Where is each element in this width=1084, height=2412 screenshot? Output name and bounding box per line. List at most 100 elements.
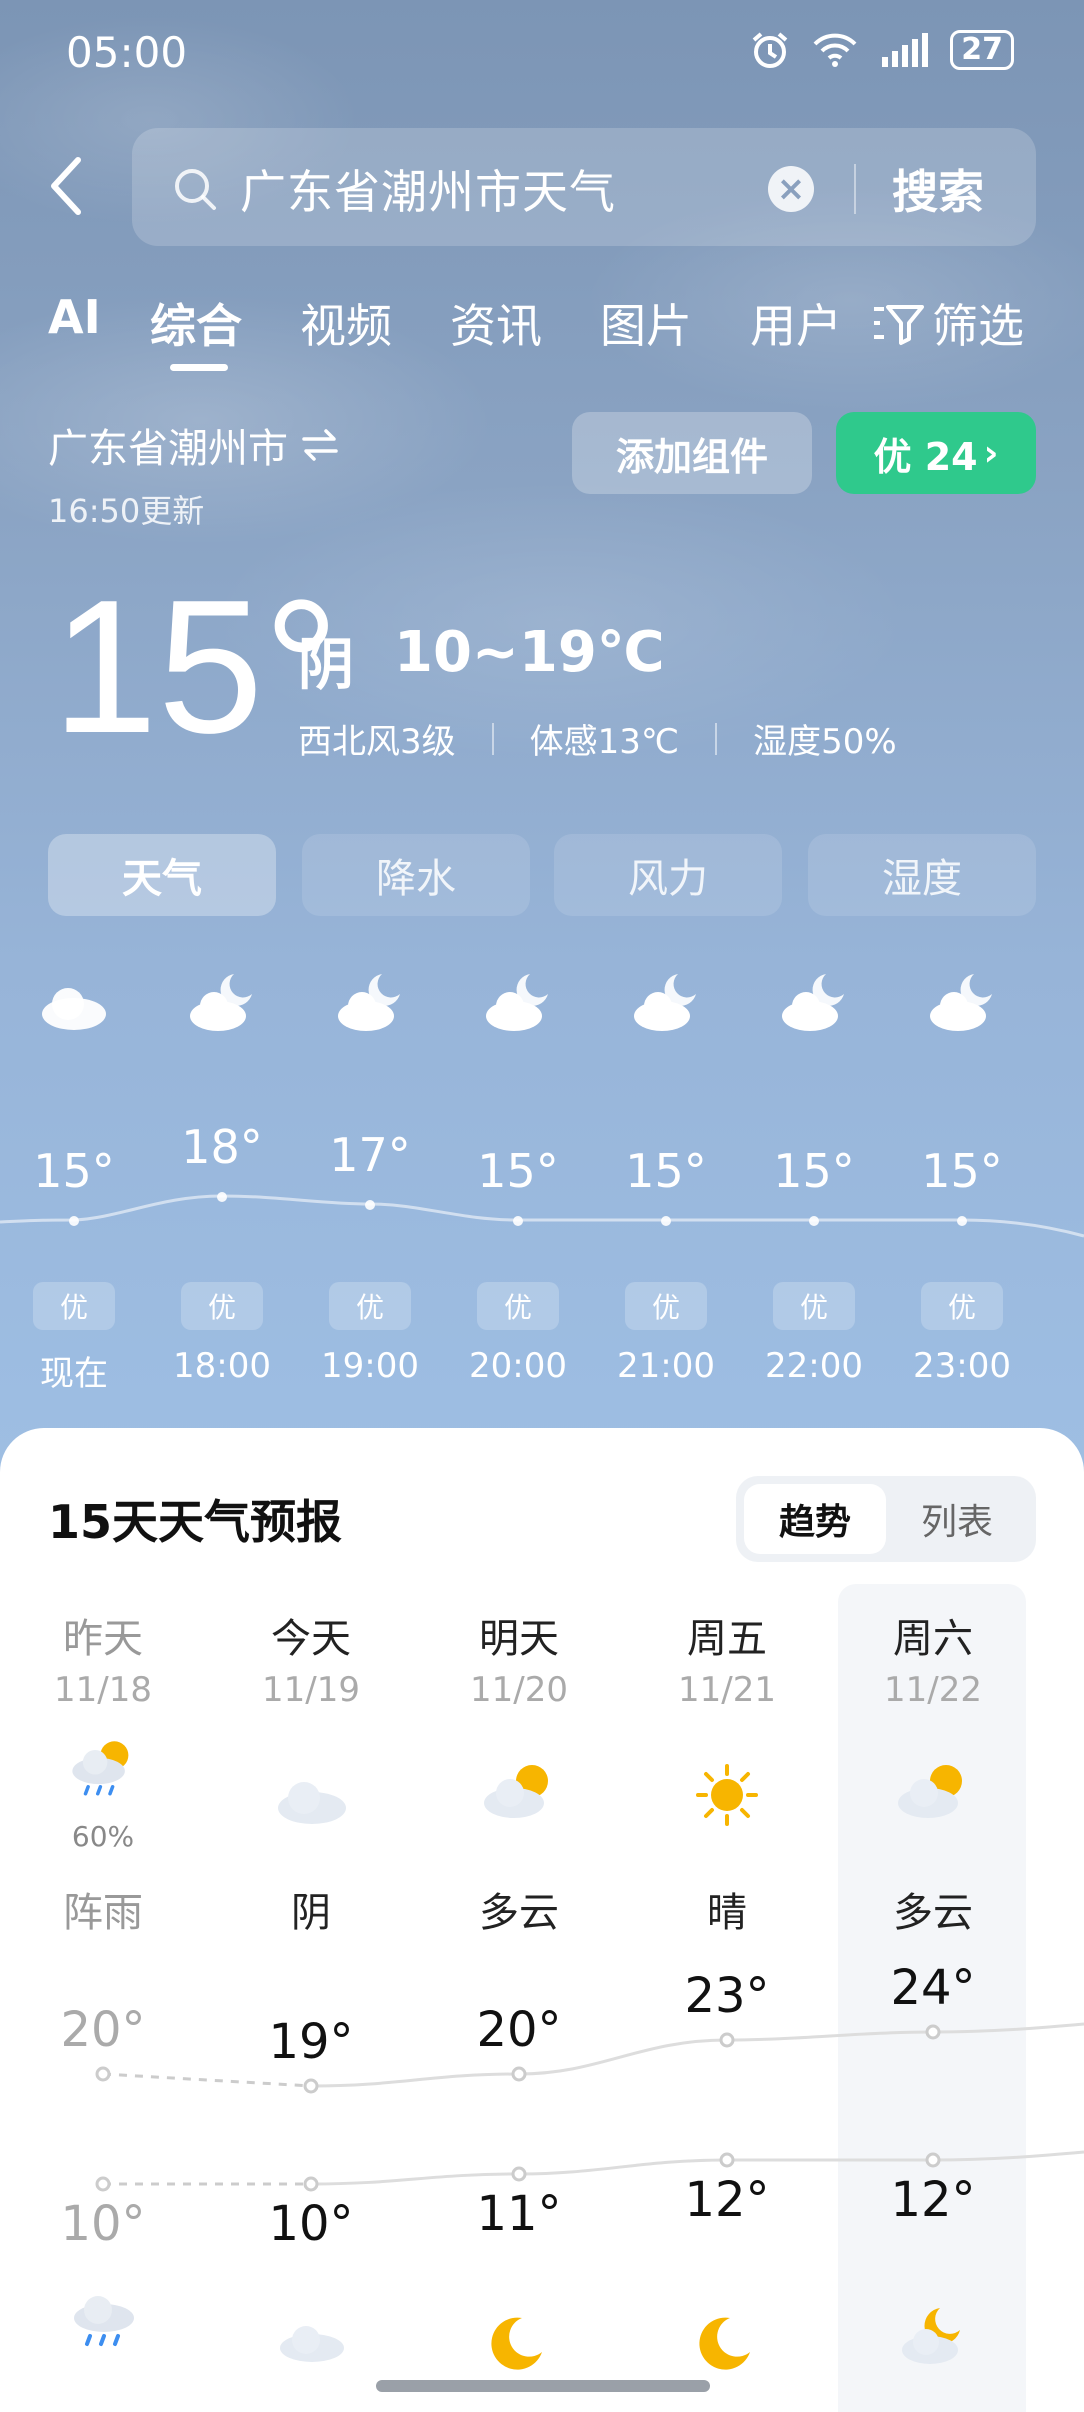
current-condition: 阴 — [298, 633, 354, 698]
status-time: 05:00 — [66, 28, 188, 77]
cloudy-night-icon — [634, 974, 696, 1031]
day-date: 11/21 — [678, 1670, 776, 1710]
low-temp: 12° — [684, 2172, 770, 2228]
hourly-point — [957, 1216, 967, 1226]
hourly-time: 21:00 — [617, 1346, 715, 1386]
tab-news[interactable]: 资讯 — [450, 290, 542, 356]
day-date: 11/18 — [54, 1670, 152, 1710]
search-divider — [854, 164, 856, 214]
search-input[interactable]: 广东省潮州市天气 — [240, 156, 616, 222]
aqi-button[interactable]: 优 24 › — [836, 412, 1036, 494]
hourly-temp: 15° — [921, 1144, 1003, 1198]
night-cloud-icon — [280, 2326, 344, 2362]
toggle-trend[interactable]: 趋势 — [744, 1484, 886, 1554]
location-name: 广东省潮州市 — [48, 426, 288, 472]
current-temperature: 15° — [52, 561, 340, 773]
hourly-time: 19:00 — [321, 1346, 419, 1386]
hourly-temp: 15° — [33, 1144, 115, 1198]
low-temp: 10° — [268, 2196, 354, 2252]
current-details: 西北风3级 体感13℃ 湿度50% — [298, 714, 897, 763]
hourly-point — [69, 1216, 79, 1226]
moon-icon — [491, 2317, 542, 2370]
filter-button[interactable]: 筛选 — [872, 290, 1024, 356]
hourly-time: 现在 — [40, 1354, 108, 1394]
updated-time: 16:50更新 — [48, 492, 205, 530]
day-date: 11/22 — [884, 1670, 982, 1710]
hourly-temp: 15° — [773, 1144, 855, 1198]
hourly-time: 20:00 — [469, 1346, 567, 1386]
hourly-point — [217, 1192, 227, 1202]
cloudy-night-icon — [930, 974, 992, 1031]
day-condition: 多云 — [479, 1890, 559, 1936]
low-temp: 12° — [890, 2172, 976, 2228]
tab-video[interactable]: 视频 — [300, 290, 392, 356]
high-temp: 19° — [268, 2014, 354, 2070]
aqi-label: 优 24 — [873, 434, 978, 479]
hourly-temp: 15° — [477, 1144, 559, 1198]
battery-indicator: 27 — [950, 30, 1014, 70]
cloudy-night-icon — [190, 974, 252, 1031]
day-condition: 阴 — [291, 1890, 331, 1936]
hourly-time: 18:00 — [173, 1346, 271, 1386]
filter-label: 筛选 — [932, 299, 1024, 353]
search-icon — [175, 169, 216, 210]
home-indicator[interactable] — [376, 2380, 710, 2392]
sun-icon — [696, 1764, 758, 1826]
day-name[interactable]: 昨天 — [3, 1606, 203, 1664]
tab-general[interactable]: 综合 — [150, 290, 242, 356]
wifi-icon — [813, 33, 857, 67]
wind-info: 西北风3级 — [298, 722, 456, 762]
chevron-right-icon: › — [983, 432, 999, 474]
day-name[interactable]: 今天 — [211, 1606, 411, 1664]
day-name[interactable]: 明天 — [419, 1606, 619, 1664]
night-partly-cloudy-icon — [902, 2308, 960, 2364]
switch-arrows-icon — [302, 429, 338, 461]
segment-precipitation[interactable]: 降水 — [302, 834, 530, 916]
day-date: 11/19 — [262, 1670, 360, 1710]
tab-ai[interactable]: AI — [48, 290, 101, 344]
precipitation-chance: 60% — [71, 1820, 135, 1853]
hourly-temp: 17° — [329, 1128, 411, 1182]
air-quality-badge: 优 — [181, 1282, 263, 1330]
add-widget-button[interactable]: 添加组件 — [572, 412, 812, 494]
hourly-point — [661, 1216, 671, 1226]
cloud-icon — [278, 1782, 346, 1824]
hourly-point — [809, 1216, 819, 1226]
hourly-temp: 18° — [181, 1120, 263, 1174]
back-arrow-icon[interactable] — [44, 150, 92, 222]
moon-icon — [699, 2317, 750, 2370]
forecast-title: 15天天气预报 — [48, 1495, 343, 1549]
tab-images[interactable]: 图片 — [600, 290, 692, 356]
signal-icon — [882, 33, 929, 67]
segment-weather[interactable]: 天气 — [48, 834, 276, 916]
air-quality-badge: 优 — [33, 1282, 115, 1330]
divider — [491, 722, 494, 755]
high-temp: 23° — [684, 1968, 770, 2024]
filter-icon — [874, 305, 924, 345]
low-temp: 11° — [476, 2186, 562, 2242]
day-name[interactable]: 周六 — [833, 1606, 1033, 1664]
clear-search-button[interactable]: × — [768, 166, 814, 212]
temperature-range: 10~19℃ — [394, 620, 665, 685]
divider — [715, 722, 718, 755]
toggle-list[interactable]: 列表 — [886, 1484, 1028, 1554]
day-condition: 多云 — [893, 1890, 973, 1936]
active-tab-indicator — [170, 364, 228, 371]
cloudy-night-icon — [486, 974, 548, 1031]
location-switcher[interactable]: 广东省潮州市 — [48, 416, 340, 474]
humidity: 湿度50% — [753, 722, 897, 762]
high-temp: 20° — [60, 2002, 146, 2058]
tab-users[interactable]: 用户 — [750, 290, 842, 356]
alarm-icon — [752, 32, 788, 68]
close-icon: × — [776, 169, 806, 209]
shower-icon — [72, 1741, 129, 1796]
search-button[interactable]: 搜索 — [892, 156, 984, 222]
day-condition: 阵雨 — [63, 1890, 143, 1936]
segment-humidity[interactable]: 湿度 — [808, 834, 1036, 916]
hourly-temp: 15° — [625, 1144, 707, 1198]
segment-wind[interactable]: 风力 — [554, 834, 782, 916]
day-date: 11/20 — [470, 1670, 568, 1710]
cloudy-night-icon — [782, 974, 844, 1031]
status-icons: 27 — [750, 30, 1014, 70]
day-name[interactable]: 周五 — [627, 1606, 827, 1664]
